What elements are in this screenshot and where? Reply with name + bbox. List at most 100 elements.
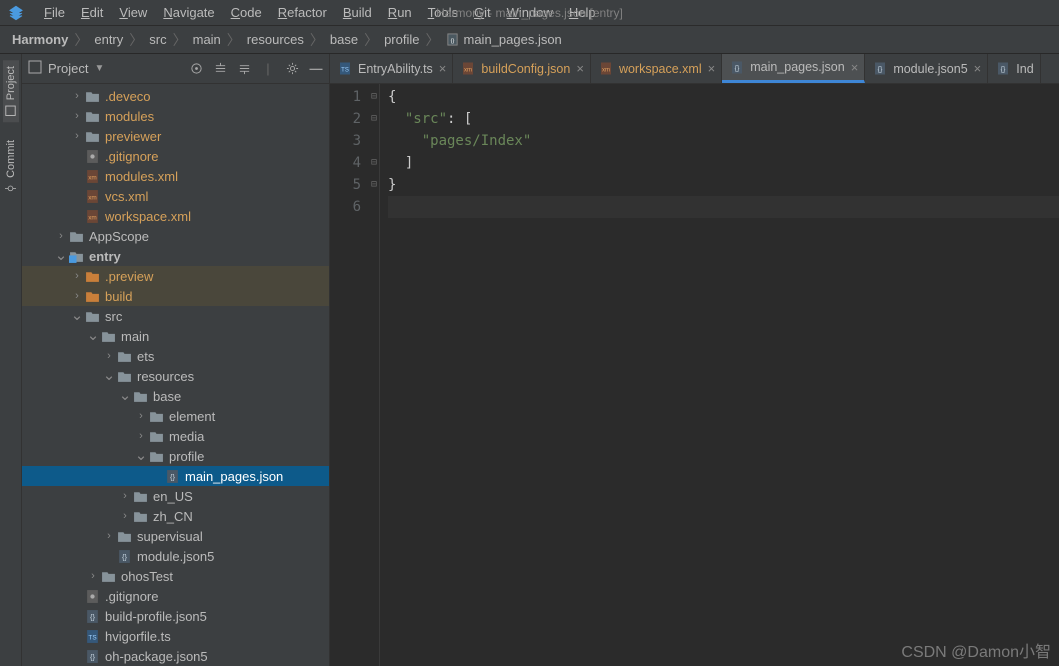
tree-item--gitignore[interactable]: .gitignore (22, 586, 329, 606)
project-tree[interactable]: ›.deveco›modules›previewer.gitignorexmmo… (22, 84, 329, 666)
breadcrumb-bar: Harmony〉entry〉src〉main〉resources〉base〉pr… (0, 26, 1059, 54)
minimize-icon[interactable]: — (309, 61, 323, 76)
crumb-resources[interactable]: resources (245, 32, 306, 47)
fold-marker-icon[interactable]: ⊟ (371, 86, 377, 108)
tree-item-main[interactable]: ⌄main (22, 326, 329, 346)
tree-item-base[interactable]: ⌄base (22, 386, 329, 406)
gear-icon[interactable] (285, 61, 299, 76)
chevron-right-icon[interactable]: › (70, 290, 84, 302)
tree-item-ets[interactable]: ›ets (22, 346, 329, 366)
chevron-down-icon[interactable]: ⌄ (118, 391, 132, 401)
fold-marker-icon[interactable]: ⊟ (371, 108, 377, 130)
code-line[interactable]: { (388, 86, 1059, 108)
menu-edit[interactable]: Edit (73, 2, 111, 23)
chevron-right-icon[interactable]: › (70, 90, 84, 102)
chevron-down-icon[interactable]: ⌄ (134, 451, 148, 461)
crumb-src[interactable]: src (147, 32, 168, 47)
close-icon[interactable]: × (851, 60, 859, 75)
crumb-main-pages-json[interactable]: {}main_pages.json (444, 32, 564, 47)
locate-icon[interactable] (189, 61, 203, 76)
chevron-right-icon[interactable]: › (70, 270, 84, 282)
tab-ind[interactable]: {}Ind (988, 54, 1040, 83)
tree-item-media[interactable]: ›media (22, 426, 329, 446)
menu-code[interactable]: Code (223, 2, 270, 23)
editor-tabbar: TSEntryAbility.ts×xmbuildConfig.json×xmw… (330, 54, 1059, 84)
chevron-right-icon[interactable]: › (134, 430, 148, 442)
tool-commit[interactable]: Commit (3, 134, 19, 200)
close-icon[interactable]: × (974, 61, 982, 76)
editor-code[interactable]: { "src": [ "pages/Index" ]} (380, 84, 1059, 666)
menu-build[interactable]: Build (335, 2, 380, 23)
chevron-right-icon[interactable]: › (70, 130, 84, 142)
code-line[interactable]: ] (388, 152, 1059, 174)
tree-item-entry[interactable]: ⌄entry (22, 246, 329, 266)
tree-item-profile[interactable]: ⌄profile (22, 446, 329, 466)
tree-item-main-pages-json[interactable]: {}main_pages.json (22, 466, 329, 486)
chevron-down-icon[interactable]: ⌄ (86, 331, 100, 341)
tree-item-build[interactable]: ›build (22, 286, 329, 306)
tree-item-modules-xml[interactable]: xmmodules.xml (22, 166, 329, 186)
close-icon[interactable]: × (439, 61, 447, 76)
tree-item-module-json5[interactable]: {}module.json5 (22, 546, 329, 566)
tree-item-zh-cn[interactable]: ›zh_CN (22, 506, 329, 526)
code-line[interactable]: "pages/Index" (388, 130, 1059, 152)
file-json-icon: {} (446, 33, 460, 47)
close-icon[interactable]: × (576, 61, 584, 76)
chevron-right-icon[interactable]: › (86, 570, 100, 582)
menu-refactor[interactable]: Refactor (270, 2, 335, 23)
collapse-all-icon[interactable] (237, 61, 251, 76)
tab-workspace-xml[interactable]: xmworkspace.xml× (591, 54, 722, 83)
expand-all-icon[interactable] (213, 61, 227, 76)
code-line[interactable] (388, 196, 1059, 218)
chevron-down-icon[interactable]: ▼ (94, 63, 104, 74)
chevron-down-icon[interactable]: ⌄ (70, 311, 84, 321)
tree-item-vcs-xml[interactable]: xmvcs.xml (22, 186, 329, 206)
tree-item-element[interactable]: ›element (22, 406, 329, 426)
chevron-right-icon[interactable]: › (118, 490, 132, 502)
code-line[interactable]: "src": [ (388, 108, 1059, 130)
tree-item-supervisual[interactable]: ›supervisual (22, 526, 329, 546)
crumb-entry[interactable]: entry (92, 32, 125, 47)
tree-item-resources[interactable]: ⌄resources (22, 366, 329, 386)
tab-entryability-ts[interactable]: TSEntryAbility.ts× (330, 54, 453, 83)
fold-marker-icon[interactable]: ⊟ (371, 152, 377, 174)
chevron-right-icon[interactable]: › (134, 410, 148, 422)
tab-buildconfig-json[interactable]: xmbuildConfig.json× (453, 54, 591, 83)
close-icon[interactable]: × (708, 61, 716, 76)
chevron-down-icon[interactable]: ⌄ (54, 251, 68, 261)
tree-item--gitignore[interactable]: .gitignore (22, 146, 329, 166)
fold-marker-icon[interactable]: ⊟ (371, 174, 377, 196)
tree-item-oh-package-json5[interactable]: {}oh-package.json5 (22, 646, 329, 666)
tree-item-ohostest[interactable]: ›ohosTest (22, 566, 329, 586)
crumb-profile[interactable]: profile (382, 32, 421, 47)
tree-item-appscope[interactable]: ›AppScope (22, 226, 329, 246)
tree-item-hvigorfile-ts[interactable]: TShvigorfile.ts (22, 626, 329, 646)
chevron-right-icon[interactable]: › (118, 510, 132, 522)
chevron-right-icon[interactable]: › (102, 530, 116, 542)
project-panel-title[interactable]: Project (48, 61, 88, 76)
menu-file[interactable]: File (36, 2, 73, 23)
tree-item-workspace-xml[interactable]: xmworkspace.xml (22, 206, 329, 226)
tree-item-previewer[interactable]: ›previewer (22, 126, 329, 146)
chevron-right-icon[interactable]: › (54, 230, 68, 242)
chevron-right-icon[interactable]: › (102, 350, 116, 362)
chevron-right-icon[interactable]: › (70, 110, 84, 122)
crumb-harmony[interactable]: Harmony (10, 32, 70, 47)
chevron-down-icon[interactable]: ⌄ (102, 371, 116, 381)
tree-item--preview[interactable]: ›.preview (22, 266, 329, 286)
tree-item-build-profile-json5[interactable]: {}build-profile.json5 (22, 606, 329, 626)
tree-item-modules[interactable]: ›modules (22, 106, 329, 126)
tab-main-pages-json[interactable]: {}main_pages.json× (722, 54, 865, 83)
svg-text:{}: {} (121, 552, 127, 561)
tree-item-src[interactable]: ⌄src (22, 306, 329, 326)
code-line[interactable]: } (388, 174, 1059, 196)
crumb-base[interactable]: base (328, 32, 360, 47)
menu-navigate[interactable]: Navigate (155, 2, 222, 23)
tab-module-json5[interactable]: {}module.json5× (865, 54, 988, 83)
tree-item-en-us[interactable]: ›en_US (22, 486, 329, 506)
crumb-main[interactable]: main (191, 32, 223, 47)
tool-project[interactable]: Project (3, 60, 19, 122)
menu-run[interactable]: Run (380, 2, 420, 23)
tree-item--deveco[interactable]: ›.deveco (22, 86, 329, 106)
menu-view[interactable]: View (111, 2, 155, 23)
